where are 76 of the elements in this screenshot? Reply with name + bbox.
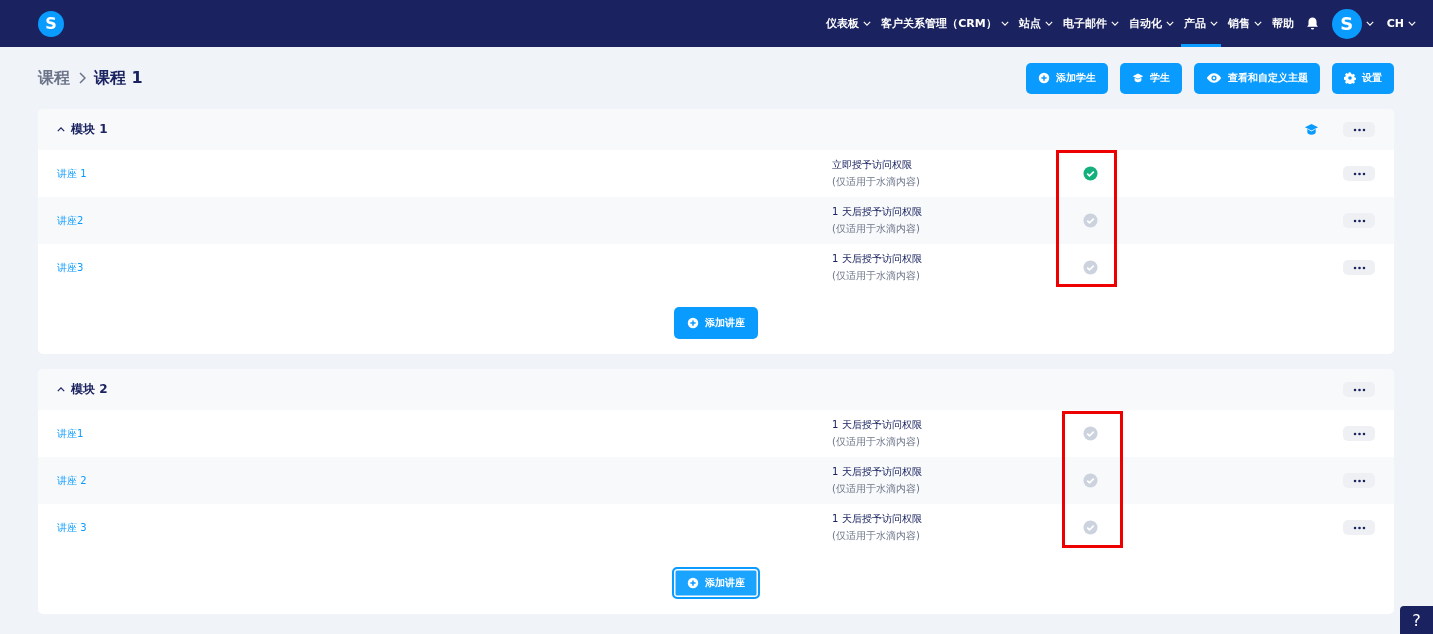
breadcrumb-link[interactable]: 课程	[38, 67, 70, 89]
access-rule-text: 1 天后授予访问权限	[832, 205, 923, 219]
nav-menu-item[interactable]: 仪表板	[823, 0, 875, 47]
lecture-link[interactable]: 讲座2	[57, 213, 832, 228]
more-options-button[interactable]	[1343, 166, 1375, 181]
caret-icon	[1165, 21, 1174, 26]
access-note-text: (仅适用于水滴内容)	[832, 269, 921, 283]
nav-menu-item[interactable]: 销售	[1224, 0, 1265, 47]
caret-icon	[1408, 21, 1416, 26]
plus-circle-icon	[687, 316, 699, 329]
more-icon	[1352, 265, 1366, 270]
eye-icon	[1206, 72, 1222, 84]
more-icon	[1352, 478, 1366, 483]
more-options-button[interactable]	[1343, 473, 1375, 488]
help-button[interactable]: ?	[1400, 606, 1433, 634]
module-title: 模块 1	[71, 121, 108, 138]
access-note-text: (仅适用于水滴内容)	[832, 529, 921, 543]
collapse-toggle-icon[interactable]	[57, 127, 65, 132]
more-options-button[interactable]	[1343, 213, 1375, 228]
graduation-cap-icon	[1132, 72, 1144, 84]
more-options-button[interactable]	[1343, 260, 1375, 275]
logo[interactable]: S	[38, 10, 64, 37]
action-button[interactable]: 查看和自定义主题	[1194, 62, 1320, 94]
nav-menu-item[interactable]: 自动化	[1125, 0, 1177, 47]
access-rule-text: 1 天后授予访问权限	[832, 418, 923, 432]
avatar[interactable]: S	[1331, 8, 1362, 39]
caret-icon	[1253, 21, 1262, 26]
nav-menu-item[interactable]: 帮助	[1268, 0, 1297, 47]
nav-menu-item[interactable]: 产品	[1180, 0, 1221, 47]
more-options-button[interactable]	[1343, 122, 1375, 137]
module-title: 模块 2	[71, 381, 108, 398]
more-options-button[interactable]	[1343, 520, 1375, 535]
nav-menu-item[interactable]: 客户关系管理（CRM）	[878, 0, 1012, 47]
nav-menu-item[interactable]: 电子邮件	[1059, 0, 1122, 47]
more-icon	[1352, 127, 1366, 132]
action-button[interactable]: 添加学生	[1026, 62, 1108, 94]
more-icon	[1352, 431, 1366, 436]
plus-circle-icon	[1038, 72, 1050, 84]
settings-icon	[1344, 72, 1356, 84]
more-options-button[interactable]	[1343, 382, 1375, 397]
access-note-text: (仅适用于水滴内容)	[832, 435, 921, 449]
collapse-toggle-icon[interactable]	[57, 387, 65, 392]
lecture-link[interactable]: 讲座1	[57, 426, 832, 441]
more-icon	[1352, 218, 1366, 223]
caret-icon	[1110, 21, 1119, 26]
caret-icon	[1044, 21, 1053, 26]
add-lecture-button[interactable]: 添加讲座	[672, 566, 760, 599]
more-options-button[interactable]	[1343, 426, 1375, 441]
language-menu[interactable]: CH	[1383, 0, 1419, 47]
lecture-link[interactable]: 讲座 1	[57, 166, 832, 181]
action-button[interactable]: 设置	[1332, 62, 1394, 94]
more-icon	[1352, 525, 1366, 530]
access-rule-text: 1 天后授予访问权限	[832, 252, 923, 266]
access-rule-text: 1 天后授予访问权限	[832, 465, 923, 479]
graduation-cap-icon[interactable]	[1304, 122, 1319, 137]
access-note-text: (仅适用于水滴内容)	[832, 222, 921, 236]
caret-icon	[1000, 21, 1009, 26]
page-title: 课程 1	[94, 67, 143, 89]
lecture-link[interactable]: 讲座 2	[57, 473, 832, 488]
access-rule-text: 立即授予访问权限	[832, 158, 913, 172]
action-button[interactable]: 学生	[1120, 62, 1182, 94]
chevron-right-icon	[78, 72, 86, 84]
nav-menu-item[interactable]: 站点	[1015, 0, 1056, 47]
add-lecture-button[interactable]: 添加讲座	[674, 306, 758, 339]
lecture-link[interactable]: 讲座 3	[57, 520, 832, 535]
caret-icon	[863, 21, 872, 26]
access-rule-text: 1 天后授予访问权限	[832, 512, 923, 526]
access-note-text: (仅适用于水滴内容)	[832, 175, 921, 189]
caret-icon[interactable]	[1365, 21, 1374, 26]
plus-circle-icon	[687, 576, 699, 589]
access-note-text: (仅适用于水滴内容)	[832, 482, 921, 496]
caret-icon	[1209, 21, 1218, 26]
lecture-link[interactable]: 讲座3	[57, 260, 832, 275]
more-icon	[1352, 171, 1366, 176]
more-icon	[1352, 387, 1366, 392]
bell-icon[interactable]	[1304, 16, 1320, 31]
